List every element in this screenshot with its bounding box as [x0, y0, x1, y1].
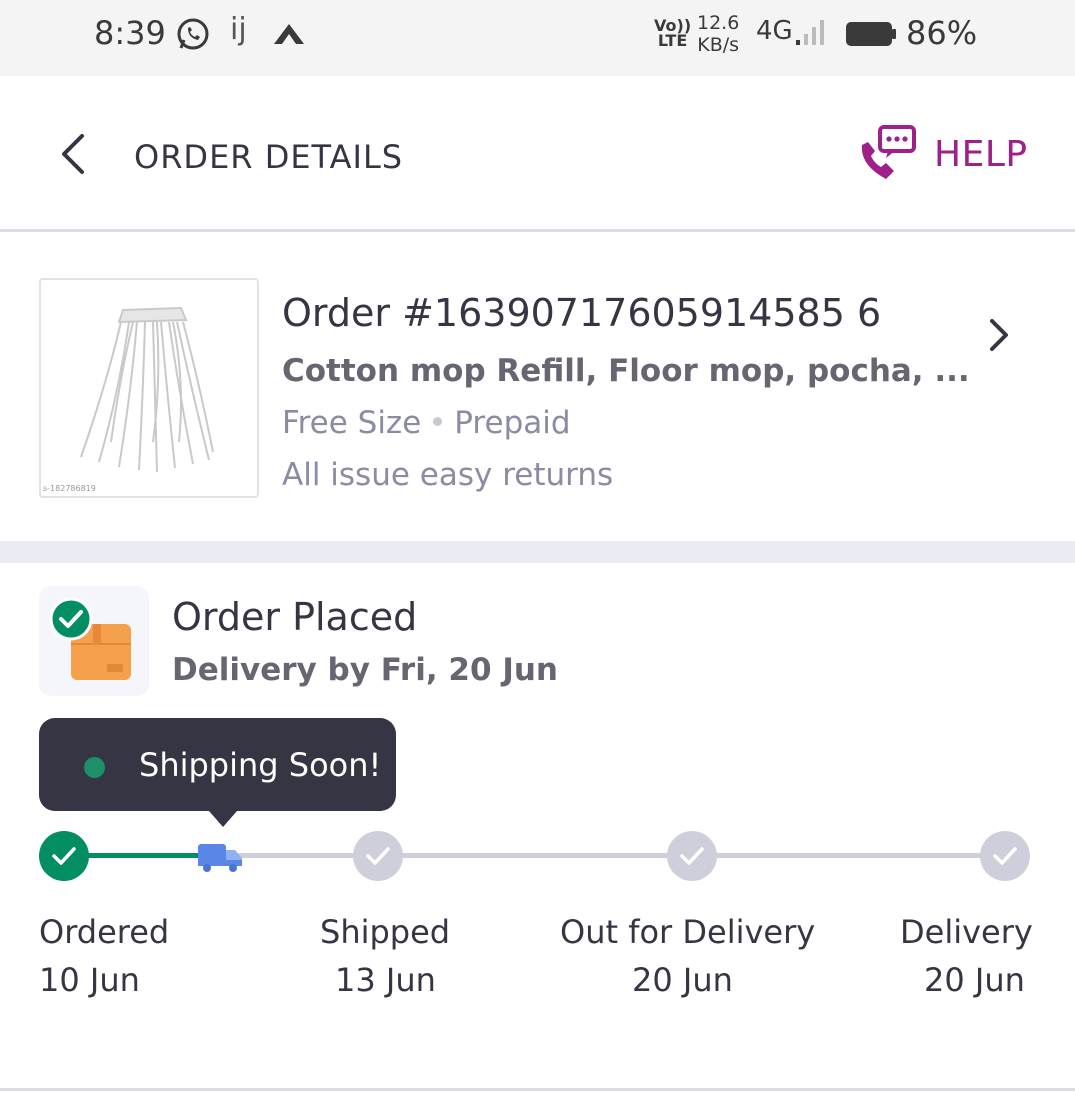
- check-icon: [993, 847, 1017, 865]
- back-arrow-icon[interactable]: [54, 132, 94, 176]
- check-icon: [366, 847, 390, 865]
- app-header: ORDER DETAILS HELP: [0, 76, 1075, 232]
- order-meta: Free Size Prepaid: [282, 405, 571, 441]
- step-date-ordered: 10 Jun: [39, 961, 140, 999]
- order-status-section: Order Placed Delivery by Fri, 20 Jun Shi…: [0, 563, 1075, 1093]
- delivery-date: Delivery by Fri, 20 Jun: [172, 652, 559, 688]
- battery-icon: [846, 22, 896, 46]
- status-dot: [84, 757, 105, 778]
- order-placed-icon: [39, 586, 149, 696]
- step-label-delivery: Delivery: [900, 913, 1033, 951]
- order-summary-card[interactable]: s-182786819 Order #16390717605914585 6 C…: [0, 235, 1075, 541]
- returns-policy: All issue easy returns: [282, 457, 614, 493]
- progress-tracker: [0, 818, 1075, 898]
- network-speed: 12.6 KB/s: [697, 12, 740, 56]
- mop-image: [80, 306, 214, 473]
- step-node-shipped: [353, 831, 403, 881]
- chevron-right-icon[interactable]: [986, 317, 1012, 353]
- progress-line-pending: [214, 853, 1006, 858]
- status-bar: 8:39 ij Vo)) LTE 12.6 KB/s 4G 86%: [0, 0, 1075, 76]
- truck-icon: [198, 844, 242, 872]
- step-label-out-for-delivery: Out for Delivery: [560, 913, 816, 951]
- product-size: Free Size: [282, 405, 422, 441]
- payment-type: Prepaid: [454, 405, 571, 441]
- step-date-delivery: 20 Jun: [924, 961, 1025, 999]
- step-node-ordered: [39, 831, 89, 881]
- arrow-icon: [274, 24, 304, 44]
- step-node-delivery: [980, 831, 1030, 881]
- step-label-ordered: Ordered: [39, 913, 170, 951]
- status-time: 8:39: [94, 14, 166, 52]
- check-icon: [680, 847, 704, 865]
- page-title: ORDER DETAILS: [134, 138, 404, 176]
- check-icon: [52, 847, 76, 865]
- section-divider: [0, 541, 1075, 563]
- step-date-out-for-delivery: 20 Jun: [632, 961, 733, 999]
- whatsapp-icon: [177, 18, 209, 50]
- step-node-out-for-delivery: [667, 831, 717, 881]
- order-number: Order #16390717605914585 6: [282, 291, 882, 335]
- yj-icon: ij: [230, 12, 247, 47]
- battery-percent: 86%: [906, 14, 978, 52]
- shipping-tooltip: Shipping Soon!: [39, 718, 396, 827]
- product-image: s-182786819: [39, 278, 259, 498]
- tooltip-text: Shipping Soon!: [139, 746, 382, 784]
- signal-icon: [796, 20, 824, 45]
- step-label-shipped: Shipped: [320, 913, 451, 951]
- image-code: s-182786819: [43, 484, 96, 493]
- volte-indicator: Vo)) LTE: [654, 16, 692, 50]
- product-name: Cotton mop Refill, Floor mop, pocha, ...: [282, 353, 970, 389]
- network-type: 4G: [756, 16, 793, 46]
- status-title: Order Placed: [172, 595, 418, 639]
- bottom-divider: [0, 1088, 1075, 1091]
- help-phone-icon: [861, 125, 916, 179]
- help-button[interactable]: HELP: [858, 124, 1028, 184]
- step-date-shipped: 13 Jun: [335, 961, 436, 999]
- help-label: HELP: [934, 133, 1028, 175]
- separator-dot: [433, 417, 443, 426]
